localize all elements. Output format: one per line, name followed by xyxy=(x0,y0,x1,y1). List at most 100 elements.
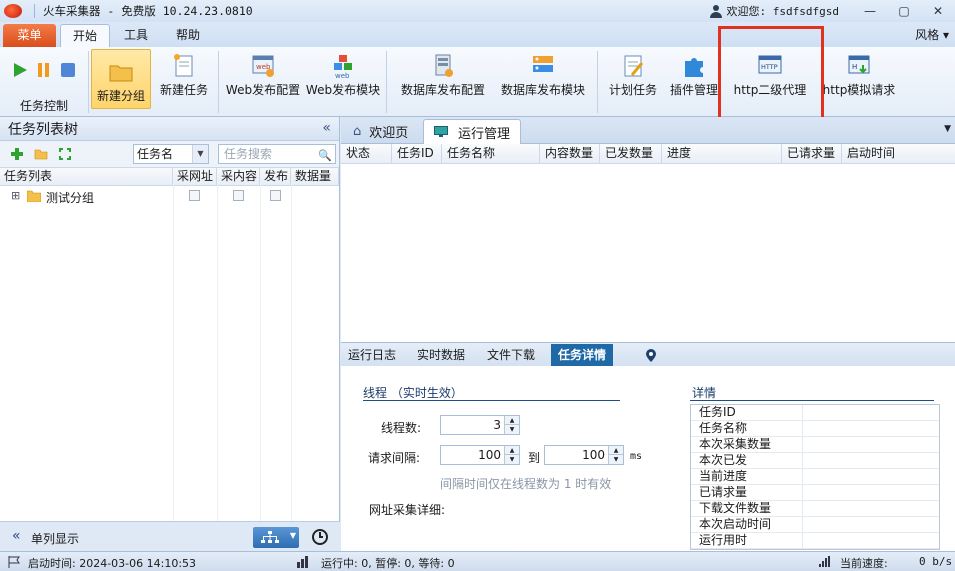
search-icon[interactable]: 🔍 xyxy=(318,147,332,165)
interval-to-stepper[interactable]: 100 ▲ ▼ xyxy=(544,445,624,465)
web-publish-config-button[interactable]: web Web发布配置 xyxy=(226,50,300,98)
col-data-count[interactable]: 数据量 xyxy=(291,168,339,185)
col-task-name[interactable]: 任务名称 xyxy=(442,144,540,163)
signal-icon xyxy=(819,556,830,567)
collapse-panel-button[interactable]: « xyxy=(322,120,331,136)
db-publish-config-button[interactable]: 数据库发布配置 xyxy=(397,50,489,98)
tabs-menu-icon[interactable]: ▼ xyxy=(944,124,951,134)
user-greeting: 欢迎您: fsdfsdfgsd xyxy=(709,3,839,19)
web-module-icon: web xyxy=(334,55,352,79)
svg-text:H: H xyxy=(852,63,857,71)
database-module-icon xyxy=(533,56,553,72)
add-icon[interactable] xyxy=(10,147,24,161)
increment-icon[interactable]: ▲ xyxy=(608,446,623,455)
speed-value: 0 b/s xyxy=(919,555,953,568)
minimize-button[interactable]: — xyxy=(853,0,887,22)
toggle-icon[interactable]: « xyxy=(12,528,21,544)
col-status[interactable]: 状态 xyxy=(341,144,392,163)
col-publish[interactable]: 发布 xyxy=(260,168,291,185)
pause-icon[interactable] xyxy=(35,61,53,79)
scheduled-task-button[interactable]: 计划任务 xyxy=(603,50,663,98)
folder-icon xyxy=(109,65,133,81)
collect-content-checkbox[interactable] xyxy=(233,190,244,201)
plugin-manage-button[interactable]: 插件管理 xyxy=(666,50,722,98)
db-publish-module-button[interactable]: 数据库发布模块 xyxy=(497,50,589,98)
decrement-icon[interactable]: ▼ xyxy=(504,425,519,434)
col-task-list[interactable]: 任务列表 xyxy=(0,168,173,185)
stop-icon[interactable] xyxy=(59,61,77,79)
tab-pin[interactable] xyxy=(626,344,678,367)
col-content-count[interactable]: 内容数量 xyxy=(540,144,600,163)
expand-all-icon[interactable] xyxy=(58,147,72,161)
app-logo xyxy=(4,4,22,18)
window-controls: — ▢ ✕ xyxy=(853,0,955,22)
col-task-id[interactable]: 任务ID xyxy=(392,144,442,163)
main-area: ⌂ 欢迎页 运行管理 ▼ 状态 任务ID 任务名称 内容数量 已发数量 进度 已… xyxy=(341,117,955,552)
col-requested[interactable]: 已请求量 xyxy=(782,144,842,163)
tree-item-label: 测试分组 xyxy=(46,191,95,205)
web-config-icon: web xyxy=(252,55,274,77)
expand-icon[interactable]: ⊞ xyxy=(11,189,20,202)
col-published-count[interactable]: 已发数量 xyxy=(600,144,662,163)
web-publish-module-button[interactable]: web Web发布模块 xyxy=(306,50,380,98)
info-table: 任务ID 任务名称 本次采集数量 本次已发 当前进度 已请求量 下载文件数量 本… xyxy=(690,404,940,550)
close-button[interactable]: ✕ xyxy=(921,0,955,22)
interval-hint: 间隔时间仅在线程数为 1 时有效 xyxy=(440,477,612,491)
task-control-label: 任务控制 xyxy=(20,99,69,113)
folder-icon[interactable] xyxy=(34,147,48,161)
location-pin-icon xyxy=(646,349,656,362)
increment-icon[interactable]: ▲ xyxy=(504,446,519,455)
publish-checkbox[interactable] xyxy=(270,190,281,201)
single-view-button[interactable]: 单列显示 xyxy=(31,530,79,547)
task-search-input[interactable]: 任务搜索 🔍 xyxy=(218,144,336,164)
schedule-icon xyxy=(624,55,644,77)
clock-icon[interactable] xyxy=(311,528,329,546)
chevron-down-icon: ▼ xyxy=(192,145,208,163)
menu-button[interactable]: 菜单 xyxy=(3,24,56,47)
play-icon[interactable] xyxy=(11,61,29,79)
collect-url-checkbox[interactable] xyxy=(189,190,200,201)
col-collect-content[interactable]: 采内容 xyxy=(217,168,260,185)
monitor-icon xyxy=(434,126,448,137)
user-icon xyxy=(709,4,722,18)
tab-realtime-data[interactable]: 实时数据 xyxy=(410,344,472,367)
col-start-time[interactable]: 启动时间 xyxy=(842,144,955,163)
http-request-icon: H xyxy=(848,55,870,74)
tab-start[interactable]: 开始 xyxy=(60,24,110,47)
task-tree-toolbar: 任务名 ▼ 任务搜索 🔍 xyxy=(0,141,339,168)
tab-welcome[interactable]: ⌂ 欢迎页 xyxy=(343,119,418,144)
new-group-button[interactable]: 新建分组 xyxy=(91,49,151,109)
info-row: 任务名称 xyxy=(691,421,939,437)
tab-help[interactable]: 帮助 xyxy=(166,24,210,47)
org-chart-dropdown[interactable]: ▼ xyxy=(253,527,299,548)
tab-run-manage[interactable]: 运行管理 xyxy=(423,119,522,144)
decrement-icon[interactable]: ▼ xyxy=(608,455,623,464)
task-tree-panel: 任务列表树 « 任务名 ▼ 任务搜索 🔍 任务列表 采网址 采内容 发布 数据量… xyxy=(0,117,340,552)
speed-label: 当前速度: xyxy=(840,557,888,570)
title-bar: 火车采集器 - 免费版 10.24.23.0810 欢迎您: fsdfsdfgs… xyxy=(0,0,955,22)
thread-count-stepper[interactable]: 3 ▲ ▼ xyxy=(440,415,520,435)
tab-file-download[interactable]: 文件下载 xyxy=(480,344,542,367)
tab-task-detail[interactable]: 任务详情 xyxy=(551,344,614,367)
http-simulate-button[interactable]: H http模拟请求 xyxy=(820,50,898,98)
filter-select[interactable]: 任务名 ▼ xyxy=(133,144,209,164)
style-menu[interactable]: 风格 ▾ xyxy=(915,26,949,43)
tree-item-test-group[interactable]: ⊞ 测试分组 xyxy=(0,186,339,206)
info-row: 运行用时 xyxy=(691,533,939,549)
tab-run-log[interactable]: 运行日志 xyxy=(341,344,403,367)
thread-count-label: 线程数: xyxy=(381,421,422,435)
col-collect-url[interactable]: 采网址 xyxy=(173,168,217,185)
decrement-icon[interactable]: ▼ xyxy=(504,455,519,464)
col-progress[interactable]: 进度 xyxy=(662,144,782,163)
database-config-icon xyxy=(435,54,453,77)
puzzle-icon xyxy=(685,58,703,77)
user-label: 欢迎您: fsdfsdfgsd xyxy=(726,5,839,18)
run-counts-text: 运行中: 0, 暂停: 0, 等待: 0 xyxy=(321,557,455,570)
interval-label: 请求间隔: xyxy=(368,451,421,465)
task-tree-footer: « 单列显示 ▼ xyxy=(0,521,340,552)
interval-from-stepper[interactable]: 100 ▲ ▼ xyxy=(440,445,520,465)
tab-tools[interactable]: 工具 xyxy=(114,24,158,47)
maximize-button[interactable]: ▢ xyxy=(887,0,921,22)
increment-icon[interactable]: ▲ xyxy=(504,416,519,425)
new-task-button[interactable]: 新建任务 xyxy=(156,50,212,98)
